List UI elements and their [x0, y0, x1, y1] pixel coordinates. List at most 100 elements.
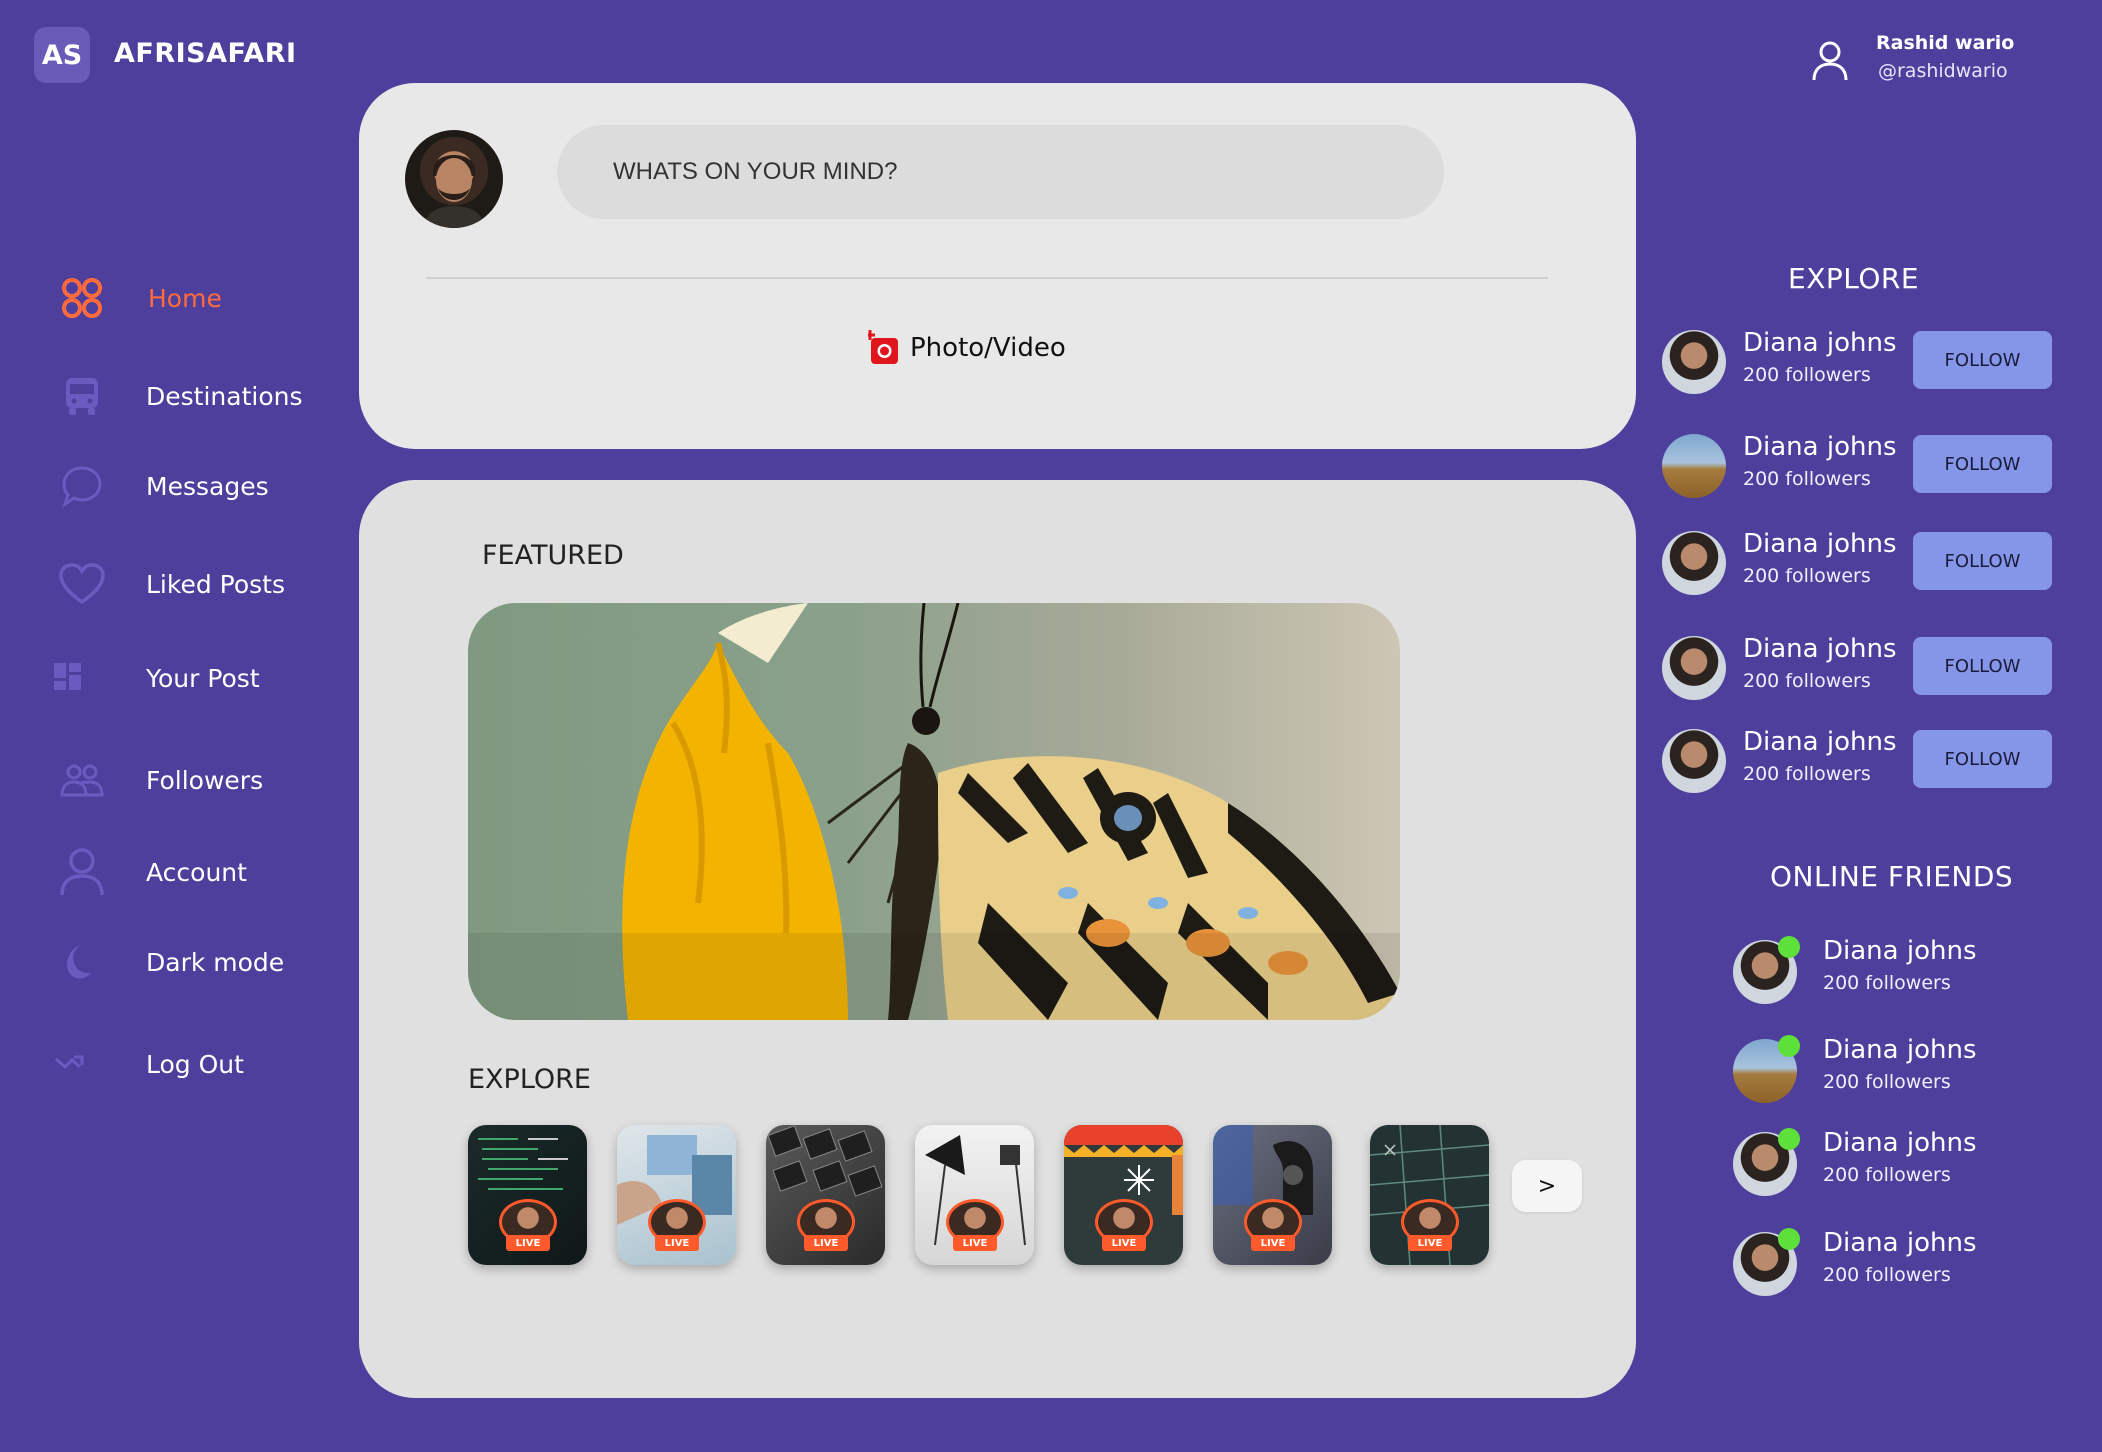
sidebar-item-followers[interactable]: Followers	[54, 750, 354, 810]
brand-logo-badge[interactable]: AS	[34, 27, 90, 83]
sidebar-item-home[interactable]: Home	[54, 268, 354, 328]
chat-bubble-icon	[54, 458, 110, 514]
online-friends-title: ONLINE FRIENDS	[1770, 860, 2014, 893]
brand-name[interactable]: AFRISAFARI	[114, 38, 297, 69]
butterfly-illustration	[468, 603, 1400, 1020]
live-badge: LIVE	[1408, 1235, 1452, 1251]
suggestion-name[interactable]: Diana johns	[1743, 432, 1897, 462]
friend-followers: 200 followers	[1823, 972, 1951, 994]
add-photo-icon	[868, 330, 898, 364]
photo-video-button[interactable]: Photo/Video	[868, 328, 1066, 368]
live-badge: LIVE	[506, 1235, 550, 1251]
sidebar-item-label: Liked Posts	[146, 569, 285, 599]
online-status-dot	[1778, 1228, 1800, 1250]
suggestion-name[interactable]: Diana johns	[1743, 529, 1897, 559]
featured-title: FEATURED	[482, 540, 624, 571]
sidebar-item-log-out[interactable]: Log Out	[54, 1034, 354, 1094]
explore-sidebar-title: EXPLORE	[1788, 262, 1920, 295]
sidebar-item-destinations[interactable]: Destinations	[54, 366, 354, 426]
online-friend-item[interactable]: Diana johns 200 followers	[1733, 1128, 2063, 1198]
sidebar-item-label: Messages	[146, 471, 269, 501]
avatar-portrait	[423, 155, 485, 228]
user-icon	[54, 844, 110, 900]
suggestion-item: Diana johns 200 followers FOLLOW	[1662, 432, 2062, 504]
friend-name: Diana johns	[1823, 1035, 1977, 1065]
suggestion-item: Diana johns 200 followers FOLLOW	[1662, 529, 2062, 601]
online-friend-item[interactable]: Diana johns 200 followers	[1733, 1228, 2063, 1298]
live-story-card[interactable]: LIVE	[766, 1125, 885, 1265]
live-story-card[interactable]: LIVE	[915, 1125, 1034, 1265]
sidebar-item-label: Log Out	[146, 1049, 244, 1079]
friend-name: Diana johns	[1823, 936, 1977, 966]
follow-button[interactable]: FOLLOW	[1913, 532, 2052, 590]
sidebar-item-label: Destinations	[146, 381, 303, 411]
live-badge: LIVE	[655, 1235, 699, 1251]
photo-video-label: Photo/Video	[910, 333, 1066, 363]
suggestion-followers: 200 followers	[1743, 670, 1871, 692]
friend-followers: 200 followers	[1823, 1071, 1951, 1093]
suggestion-name[interactable]: Diana johns	[1743, 727, 1897, 757]
friend-name: Diana johns	[1823, 1128, 1977, 1158]
live-badge: LIVE	[1251, 1235, 1295, 1251]
sidebar-item-dark-mode[interactable]: Dark mode	[54, 932, 354, 992]
bus-icon	[54, 368, 110, 424]
live-story-card[interactable]: LIVE	[617, 1125, 736, 1265]
avatar[interactable]	[1662, 434, 1726, 498]
suggestion-name[interactable]: Diana johns	[1743, 634, 1897, 664]
online-status-dot	[1778, 1035, 1800, 1057]
sidebar-item-label: Followers	[146, 765, 264, 795]
home-grid-icon	[54, 270, 110, 326]
avatar[interactable]	[1662, 636, 1726, 700]
avatar[interactable]	[1662, 330, 1726, 394]
compose-divider	[426, 277, 1548, 279]
suggestion-item: Diana johns 200 followers FOLLOW	[1662, 634, 2062, 706]
live-badge: LIVE	[1102, 1235, 1146, 1251]
featured-butterfly-image[interactable]	[468, 603, 1400, 1020]
sidebar-item-label: Dark mode	[146, 947, 285, 977]
dashboard-icon	[54, 650, 110, 706]
user-profile-icon[interactable]	[1808, 38, 1852, 82]
logout-arrow-icon	[54, 1036, 110, 1092]
suggestion-item: Diana johns 200 followers FOLLOW	[1662, 328, 2062, 400]
moon-icon	[54, 934, 110, 990]
suggestion-followers: 200 followers	[1743, 763, 1871, 785]
avatar[interactable]	[1662, 531, 1726, 595]
live-badge: LIVE	[804, 1235, 848, 1251]
friend-followers: 200 followers	[1823, 1264, 1951, 1286]
compose-avatar[interactable]	[405, 130, 503, 228]
live-story-card[interactable]: LIVE	[1064, 1125, 1183, 1265]
live-story-card[interactable]: LIVE	[468, 1125, 587, 1265]
friend-name: Diana johns	[1823, 1228, 1977, 1258]
suggestion-followers: 200 followers	[1743, 468, 1871, 490]
online-friend-item[interactable]: Diana johns 200 followers	[1733, 936, 2063, 1006]
sidebar-item-label: Account	[146, 857, 247, 887]
user-handle: @rashidwario	[1878, 60, 2008, 82]
online-status-dot	[1778, 1128, 1800, 1150]
friend-followers: 200 followers	[1823, 1164, 1951, 1186]
live-story-card[interactable]: LIVE	[1370, 1125, 1489, 1265]
suggestion-item: Diana johns 200 followers FOLLOW	[1662, 727, 2062, 799]
suggestion-followers: 200 followers	[1743, 364, 1871, 386]
sidebar-item-label: Your Post	[146, 663, 260, 693]
live-badge: LIVE	[953, 1235, 997, 1251]
user-name: Rashid wario	[1876, 32, 2015, 54]
follow-button[interactable]: FOLLOW	[1913, 435, 2052, 493]
live-story-card[interactable]: LIVE	[1213, 1125, 1332, 1265]
sidebar-item-messages[interactable]: Messages	[54, 456, 354, 516]
follow-button[interactable]: FOLLOW	[1913, 637, 2052, 695]
sidebar-item-account[interactable]: Account	[54, 842, 354, 902]
stories-next-button[interactable]: >	[1512, 1160, 1582, 1212]
sidebar-item-label: Home	[148, 283, 222, 313]
suggestion-name[interactable]: Diana johns	[1743, 328, 1897, 358]
people-icon	[54, 752, 110, 808]
sidebar-item-liked-posts[interactable]: Liked Posts	[54, 554, 354, 614]
whats-on-your-mind-input[interactable]	[557, 125, 1444, 219]
follow-button[interactable]: FOLLOW	[1913, 331, 2052, 389]
follow-button[interactable]: FOLLOW	[1913, 730, 2052, 788]
heart-icon	[54, 556, 110, 612]
suggestion-followers: 200 followers	[1743, 565, 1871, 587]
online-friend-item[interactable]: Diana johns 200 followers	[1733, 1035, 2063, 1105]
sidebar-item-your-post[interactable]: Your Post	[54, 648, 354, 708]
avatar[interactable]	[1662, 729, 1726, 793]
explore-section-title: EXPLORE	[468, 1064, 591, 1095]
